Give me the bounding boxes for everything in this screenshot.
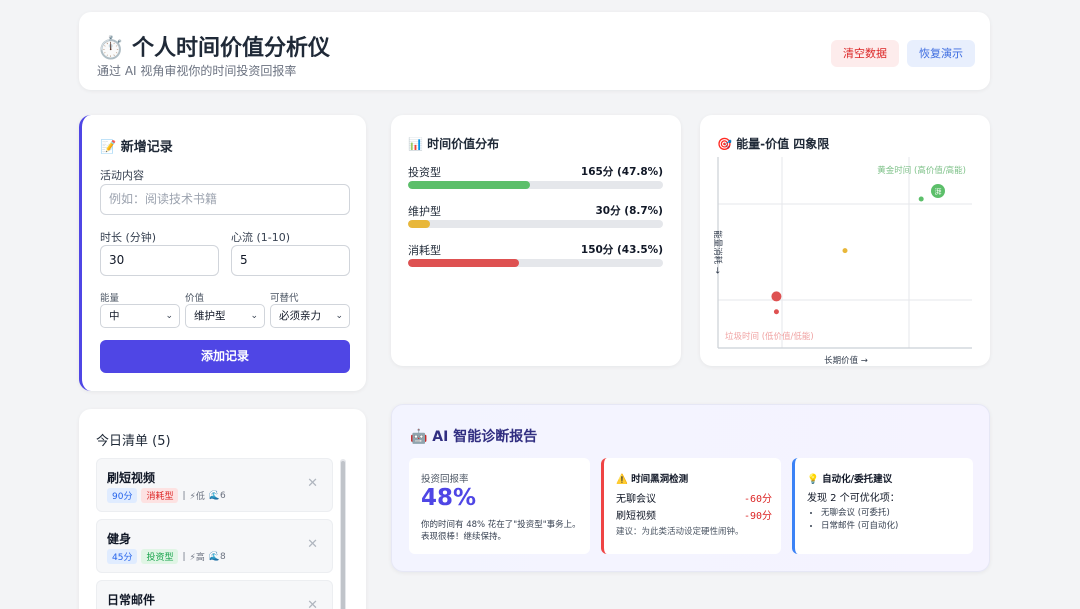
chevron-down-icon: ⌄ xyxy=(250,311,258,321)
value-label: 价值 xyxy=(185,293,205,304)
duration-input[interactable]: 30 xyxy=(100,245,219,276)
remove-item-icon[interactable]: ✕ xyxy=(307,537,318,552)
add-record-card: 📝 新增记录 活动内容 例如：阅读技术书籍 时长 (分钟) 30 心流 (1-1… xyxy=(79,115,366,391)
dist-track-consume xyxy=(408,259,663,267)
blackhole-title: ⚠️ 时间黑洞检测 xyxy=(616,474,689,485)
duration-badge: 90分 xyxy=(107,488,138,503)
clear-data-button[interactable]: 清空数据 xyxy=(831,40,899,67)
item-name: 日常邮件 xyxy=(107,593,156,607)
blackhole-value: -90分 xyxy=(743,511,772,522)
quadrant-point xyxy=(773,309,779,315)
roi-description: 你的时间有 48% 花在了"投资型"事务上。表现很棒！继续保持。 xyxy=(421,520,581,542)
dist-value-maintain: 30分 (8.7%) xyxy=(595,205,664,217)
item-name: 刷短视频 xyxy=(107,471,156,485)
item-name: 健身 xyxy=(107,532,132,546)
dist-value-consume: 150分 (43.5%) xyxy=(580,244,663,256)
quadrant-plot: 黄金时间 (高价值/高能) 垃圾时间 (低价值/低能) 长期价值 → 能量消耗 … xyxy=(712,157,972,366)
automation-title: 💡 自动化/委托建议 xyxy=(807,474,893,485)
dist-fill-maintain xyxy=(408,220,431,228)
flow-meta: 🌊6 xyxy=(208,490,226,501)
dist-value-invest: 165分 (47.8%) xyxy=(580,166,663,178)
energy-meta: ⚡高 xyxy=(189,553,205,563)
today-list-card: 今日清单 (5) 刷短视频 90分 消耗型 | ⚡低 🌊6 ✕ 健身 45分 投… xyxy=(79,409,366,609)
replaceable-select-value: 必须亲力 xyxy=(279,310,321,322)
header-card: ⏱️ 个人时间价值分析仪 通过 AI 视角审视你的时间投资回报率 清空数据 恢复… xyxy=(79,12,990,90)
automation-list: 无聊会议 (可委托) 日常邮件 (可自动化) xyxy=(821,507,898,533)
automation-item: 无聊会议 (可委托) xyxy=(821,507,898,520)
blackhole-row: 刷短视频 -90分 xyxy=(616,507,772,522)
list-item[interactable]: 日常邮件 ✕ xyxy=(96,580,333,609)
y-axis-label: 能量消耗 → xyxy=(712,230,723,274)
ai-report-title: 🤖 AI 智能诊断报告 xyxy=(410,429,538,445)
value-select[interactable]: 维护型 ⌄ xyxy=(185,304,265,328)
replaceable-label: 可替代 xyxy=(270,293,299,304)
flow-input[interactable]: 5 xyxy=(231,245,350,276)
dist-track-invest xyxy=(408,181,663,189)
quadrant-point xyxy=(842,248,848,254)
quadrant-point xyxy=(771,291,782,302)
type-badge: 消耗型 xyxy=(141,488,179,503)
list-item[interactable]: 健身 45分 投资型 | ⚡高 🌊8 ✕ xyxy=(96,519,333,573)
add-record-title: 📝 新增记录 xyxy=(100,140,173,155)
add-record-button[interactable]: 添加记录 xyxy=(100,340,350,373)
energy-label: 能量 xyxy=(100,293,120,304)
energy-select[interactable]: 中 ⌄ xyxy=(100,304,180,328)
quadrant-point xyxy=(918,196,924,202)
replaceable-select[interactable]: 必须亲力 ⌄ xyxy=(270,304,350,328)
flow-label: 心流 (1-10) xyxy=(231,231,291,244)
quadrant-points xyxy=(771,196,924,315)
roi-label: 投资回报率 xyxy=(421,474,469,485)
page-subtitle: 通过 AI 视角审视你的时间投资回报率 xyxy=(97,64,297,78)
remove-item-icon[interactable]: ✕ xyxy=(307,598,318,609)
blackhole-value: -60分 xyxy=(743,494,772,505)
duration-badge: 45分 xyxy=(107,549,138,564)
remove-item-icon[interactable]: ✕ xyxy=(307,476,318,491)
roi-value: 48% xyxy=(421,485,477,511)
automation-panel: 💡 自动化/委托建议 发现 2 个可优化项： 无聊会议 (可委托) 日常邮件 (… xyxy=(792,458,973,554)
value-select-value: 维护型 xyxy=(194,310,226,322)
dist-fill-invest xyxy=(408,181,530,189)
chevron-down-icon: ⌄ xyxy=(165,311,173,321)
page-title: ⏱️ 个人时间价值分析仪 xyxy=(97,36,331,61)
gold-time-label: 黄金时间 (高价值/高能) xyxy=(877,165,966,176)
roi-panel: 投资回报率 48% 你的时间有 48% 花在了"投资型"事务上。表现很棒！继续保… xyxy=(409,458,590,554)
energy-meta: ⚡低 xyxy=(189,492,205,502)
dist-label-maintain: 维护型 xyxy=(408,205,441,218)
flow-meta: 🌊8 xyxy=(208,551,226,562)
separator: | xyxy=(182,490,186,501)
distribution-title: 📊 时间价值分布 xyxy=(408,137,500,151)
restore-demo-button[interactable]: 恢复演示 xyxy=(907,40,975,67)
energy-select-value: 中 xyxy=(109,310,120,322)
dist-track-maintain xyxy=(408,220,663,228)
activity-input[interactable]: 例如：阅读技术书籍 xyxy=(100,184,350,215)
duration-label: 时长 (分钟) xyxy=(100,231,157,244)
time-blackhole-panel: ⚠️ 时间黑洞检测 无聊会议 -60分 刷短视频 -90分 建议：为此类活动设定… xyxy=(601,458,781,554)
chevron-down-icon: ⌄ xyxy=(335,311,343,321)
quadrant-card: 🎯 能量-价值 四象限 黄金时间 (高价值/高能) 垃圾时间 (低价值/低能) … xyxy=(700,115,990,366)
today-list-title: 今日清单 (5) xyxy=(96,434,171,449)
x-axis-label: 长期价值 → xyxy=(824,355,868,366)
distribution-card: 📊 时间价值分布 投资型 165分 (47.8%) 维护型 30分 (8.7%)… xyxy=(391,115,681,366)
automation-item: 日常邮件 (可自动化) xyxy=(821,520,898,533)
blackhole-name: 刷短视频 xyxy=(616,511,656,522)
separator: | xyxy=(182,551,186,562)
ai-report-card: 🤖 AI 智能诊断报告 投资回报率 48% 你的时间有 48% 花在了"投资型"… xyxy=(391,404,990,572)
list-item[interactable]: 刷短视频 90分 消耗型 | ⚡低 🌊6 ✕ xyxy=(96,458,333,512)
automation-found: 发现 2 个可优化项： xyxy=(807,493,900,504)
blackhole-row: 无聊会议 -60分 xyxy=(616,490,772,505)
badge-text: 湃 xyxy=(935,187,942,196)
dist-fill-consume xyxy=(408,259,519,267)
blackhole-tip: 建议：为此类活动设定硬性闹钟。 xyxy=(616,527,744,537)
activity-label: 活动内容 xyxy=(100,169,144,182)
dist-label-consume: 消耗型 xyxy=(408,244,441,257)
list-scrollbar-thumb[interactable] xyxy=(341,461,345,609)
dist-label-invest: 投资型 xyxy=(408,166,441,179)
blackhole-name: 无聊会议 xyxy=(616,494,656,505)
type-badge: 投资型 xyxy=(141,549,179,564)
junk-time-label: 垃圾时间 (低价值/低能) xyxy=(725,331,814,342)
